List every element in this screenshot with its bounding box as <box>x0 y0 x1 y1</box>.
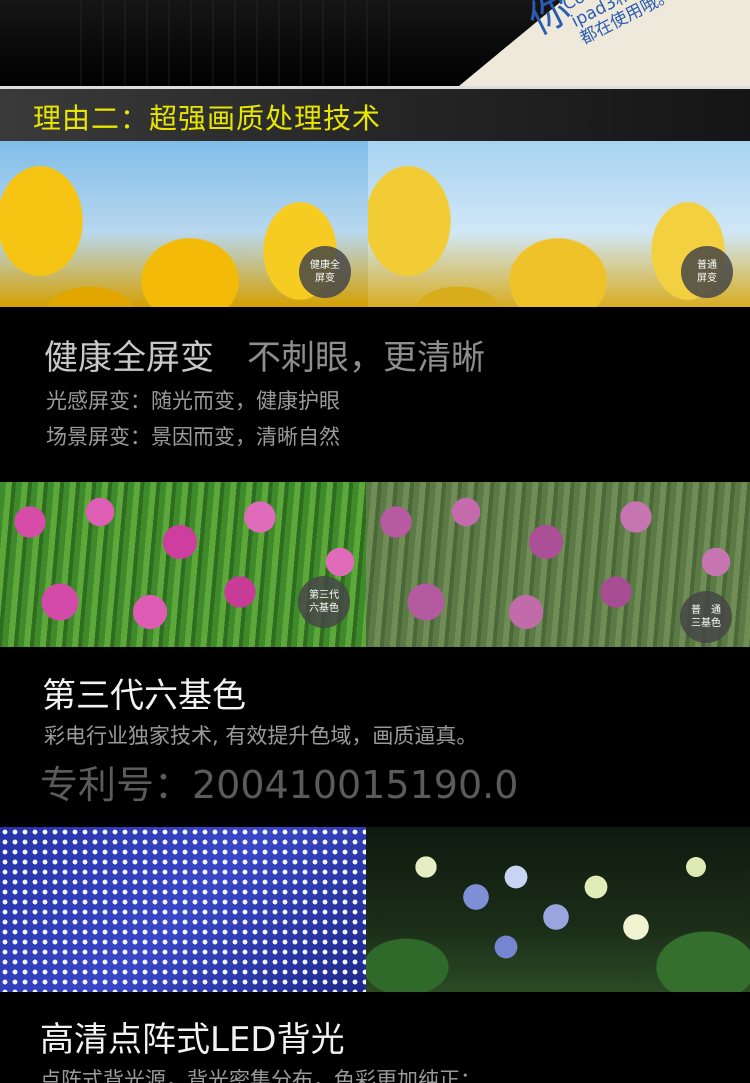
three-primary-color-image: 普 通 三基色 <box>366 482 750 647</box>
healthy-screen-image: 健康全 屏变 <box>0 141 368 307</box>
section1-subheading: 不刺眼，更清晰 <box>247 338 485 378</box>
six-primary-color-image: 第三代 六基色 <box>0 482 366 647</box>
section1-line-1: 光感屏变：随光而变，健康护眼 <box>46 389 340 413</box>
section1-line-2: 场景屏变：景因而变，清晰自然 <box>46 425 340 449</box>
led-backlight-image <box>0 827 366 992</box>
section1-heading: 健康全屏变 <box>44 338 214 378</box>
top-banner: 你 Cortex-A9 ipad3和iphone 都在使用哦。 <box>0 0 750 86</box>
normal-screen-image: 普通 屏变 <box>368 141 750 307</box>
six-primary-color-badge: 第三代 六基色 <box>298 576 350 628</box>
section2-heading: 第三代六基色 <box>42 676 246 716</box>
hydrangea-image <box>366 827 750 992</box>
three-primary-color-badge: 普 通 三基色 <box>680 591 732 643</box>
section2-line-1: 彩电行业独家技术, 有效提升色域，画质逼真。 <box>44 724 478 748</box>
healthy-screen-badge: 健康全 屏变 <box>299 246 351 298</box>
section3-line-1: 点阵式背光源，背光密集分布，色彩更加纯正； <box>40 1068 481 1083</box>
banner-decoration <box>80 0 410 86</box>
page: 你 Cortex-A9 ipad3和iphone 都在使用哦。 理由二：超强画质… <box>0 0 750 1083</box>
patent-number: 专利号：200410015190.0 <box>40 763 519 807</box>
reason-title: 理由二：超强画质处理技术 <box>33 102 382 135</box>
section3-heading: 高清点阵式LED背光 <box>40 1020 345 1060</box>
normal-screen-badge: 普通 屏变 <box>681 246 733 298</box>
